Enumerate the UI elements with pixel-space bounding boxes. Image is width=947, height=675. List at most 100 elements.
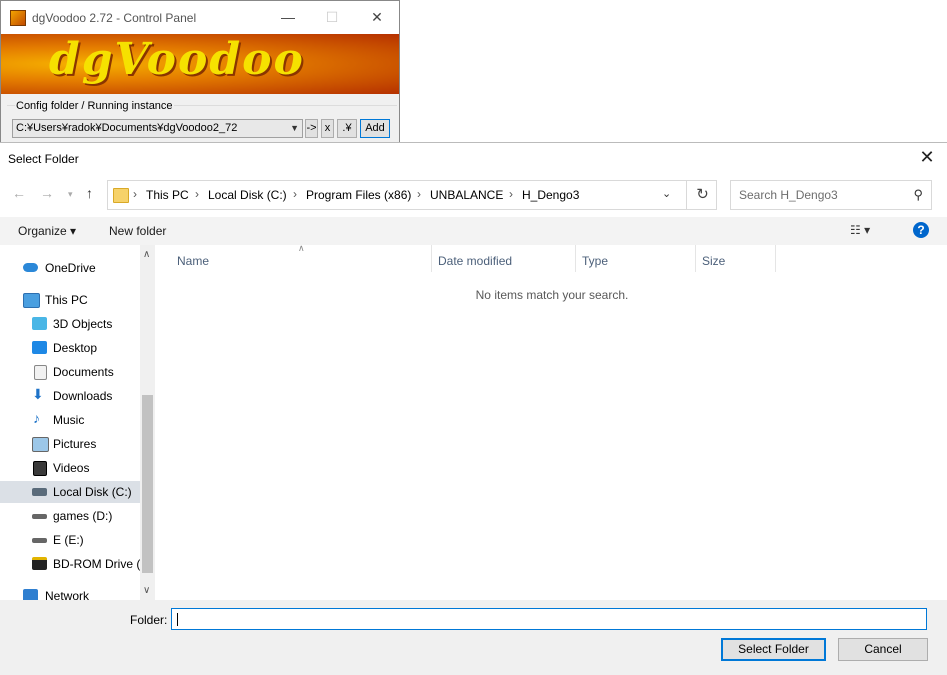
column-divider[interactable] xyxy=(695,245,696,272)
navigation-pane: OneDrive This PC 3D Objects Desktop Docu… xyxy=(0,245,155,600)
column-type[interactable]: Type xyxy=(582,254,608,268)
network-icon xyxy=(23,589,38,600)
nav-item-games-d[interactable]: games (D:) xyxy=(0,505,140,527)
column-header: ∧ Name Date modified Type Size xyxy=(156,243,947,275)
dgvoodoo-close-button[interactable]: ✕ xyxy=(362,7,392,27)
column-size[interactable]: Size xyxy=(702,254,725,268)
nav-item-this-pc[interactable]: This PC xyxy=(0,289,140,311)
refresh-icon[interactable]: ↻ xyxy=(686,181,718,209)
dgvoodoo-window: dgVoodoo 2.72 - Control Panel — ☐ ✕ dgVo… xyxy=(0,0,400,145)
view-options-icon[interactable]: ☷ ▾ xyxy=(850,223,870,237)
address-bar[interactable]: › This PC › Local Disk (C:) › Program Fi… xyxy=(107,180,717,210)
scroll-down-icon[interactable]: ∨ xyxy=(143,585,150,596)
breadcrumb-unbalance[interactable]: UNBALANCE xyxy=(430,188,503,202)
sort-ascending-icon: ∧ xyxy=(298,243,305,253)
add-button[interactable]: Add xyxy=(360,119,390,138)
cloud-icon xyxy=(23,263,38,272)
breadcrumb-h-dengo3[interactable]: H_Dengo3 xyxy=(522,188,579,202)
search-placeholder: Search H_Dengo3 xyxy=(739,188,838,202)
nav-item-label: Local Disk (C:) xyxy=(53,485,132,499)
nav-item-3d-objects[interactable]: 3D Objects xyxy=(0,313,140,335)
up-arrow-icon[interactable]: ↑ xyxy=(86,185,93,201)
nav-item-label: Pictures xyxy=(53,437,97,451)
column-divider[interactable] xyxy=(575,245,576,272)
back-arrow-icon[interactable]: ← xyxy=(12,185,26,201)
nav-item-local-disk[interactable]: Local Disk (C:) xyxy=(0,481,140,503)
column-date-modified[interactable]: Date modified xyxy=(438,254,512,268)
nav-item-network[interactable]: Network xyxy=(0,585,140,600)
nav-item-label: Documents xyxy=(53,365,114,379)
nav-item-label: 3D Objects xyxy=(53,317,113,331)
chevron-right-icon[interactable]: › xyxy=(133,187,137,201)
scroll-up-icon[interactable]: ∧ xyxy=(143,249,150,260)
nav-item-onedrive[interactable]: OneDrive xyxy=(0,257,140,279)
help-icon[interactable]: ? xyxy=(913,222,929,238)
config-folder-combo[interactable]: C:¥Users¥radok¥Documents¥dgVoodoo2_72 ▼ xyxy=(12,119,303,138)
drive-icon xyxy=(32,514,47,519)
dialog-close-button[interactable]: ✕ xyxy=(917,147,937,168)
chevron-right-icon[interactable]: › xyxy=(509,187,513,201)
nav-item-pictures[interactable]: Pictures xyxy=(0,433,140,455)
remove-button[interactable]: x xyxy=(321,119,334,138)
nav-item-label: Network xyxy=(45,589,90,600)
cancel-button[interactable]: Cancel xyxy=(838,638,928,661)
nav-item-bd-rom[interactable]: BD-ROM Drive (I xyxy=(0,553,140,575)
forward-arrow-icon[interactable]: → xyxy=(40,185,54,201)
download-icon: ⬇ xyxy=(32,386,44,402)
nav-scrollbar[interactable]: ∧ ∨ xyxy=(140,245,155,600)
chevron-right-icon[interactable]: › xyxy=(195,187,199,201)
dialog-footer: Folder: Select Folder Cancel xyxy=(0,600,947,675)
nav-item-label: Music xyxy=(53,413,85,427)
new-folder-button[interactable]: New folder xyxy=(109,224,166,238)
video-icon xyxy=(33,461,47,476)
minimize-button[interactable]: — xyxy=(273,7,303,27)
computer-icon xyxy=(23,293,40,308)
nav-item-videos[interactable]: Videos xyxy=(0,457,140,479)
nav-item-desktop[interactable]: Desktop xyxy=(0,337,140,359)
dialog-title: Select Folder xyxy=(8,152,79,166)
column-divider[interactable] xyxy=(431,245,432,272)
nav-item-label: Desktop xyxy=(53,341,98,355)
drive-icon xyxy=(32,488,47,496)
text-caret xyxy=(177,613,178,626)
empty-message: No items match your search. xyxy=(475,288,629,302)
current-dir-button[interactable]: .¥ xyxy=(337,119,357,138)
maximize-button[interactable]: ☐ xyxy=(317,7,347,27)
desktop-icon xyxy=(32,341,47,354)
select-folder-button[interactable]: Select Folder xyxy=(721,638,826,661)
nav-item-e-drive[interactable]: E (E:) xyxy=(0,529,140,551)
nav-item-label: OneDrive xyxy=(45,261,96,275)
music-icon: ♪ xyxy=(33,410,40,426)
dgvoodoo-title: dgVoodoo 2.72 - Control Panel xyxy=(32,11,197,25)
nav-item-music[interactable]: ♪ Music xyxy=(0,409,140,431)
nav-item-label: games (D:) xyxy=(53,509,113,523)
nav-item-label: Videos xyxy=(53,461,90,475)
arrow-button[interactable]: -> xyxy=(305,119,318,138)
dgvoodoo-logo: dgVoodoo xyxy=(1,34,399,94)
select-folder-dialog: Select Folder ✕ ← → ▾ ↑ › This PC › Loca… xyxy=(0,142,947,675)
nav-item-label: E (E:) xyxy=(53,533,84,547)
chevron-right-icon[interactable]: › xyxy=(293,187,297,201)
dgvoodoo-app-icon xyxy=(10,10,26,26)
nav-item-downloads[interactable]: ⬇ Downloads xyxy=(0,385,140,407)
nav-item-documents[interactable]: Documents xyxy=(0,361,140,383)
chevron-right-icon[interactable]: › xyxy=(417,187,421,201)
logo-text: dgVoodoo xyxy=(49,34,305,85)
config-folder-label: Config folder / Running instance xyxy=(15,100,174,112)
organize-button[interactable]: Organize ▾ xyxy=(18,224,76,238)
drive-icon xyxy=(32,538,47,543)
search-box[interactable]: Search H_Dengo3 ⚲ xyxy=(730,180,932,210)
cube-icon xyxy=(32,317,47,330)
scrollbar-thumb[interactable] xyxy=(142,395,153,573)
address-dropdown-icon[interactable]: ⌄ xyxy=(662,187,671,200)
column-divider[interactable] xyxy=(775,245,776,272)
nav-item-label: Downloads xyxy=(53,389,113,403)
disc-drive-icon xyxy=(32,557,47,570)
column-name[interactable]: Name xyxy=(177,254,209,268)
breadcrumb-this-pc[interactable]: This PC xyxy=(146,188,189,202)
breadcrumb-program-files[interactable]: Program Files (x86) xyxy=(306,188,411,202)
recent-chevron-icon[interactable]: ▾ xyxy=(68,189,73,200)
dgvoodoo-titlebar: dgVoodoo 2.72 - Control Panel — ☐ ✕ xyxy=(1,1,399,34)
breadcrumb-local-disk[interactable]: Local Disk (C:) xyxy=(208,188,287,202)
folder-input[interactable] xyxy=(171,608,927,630)
